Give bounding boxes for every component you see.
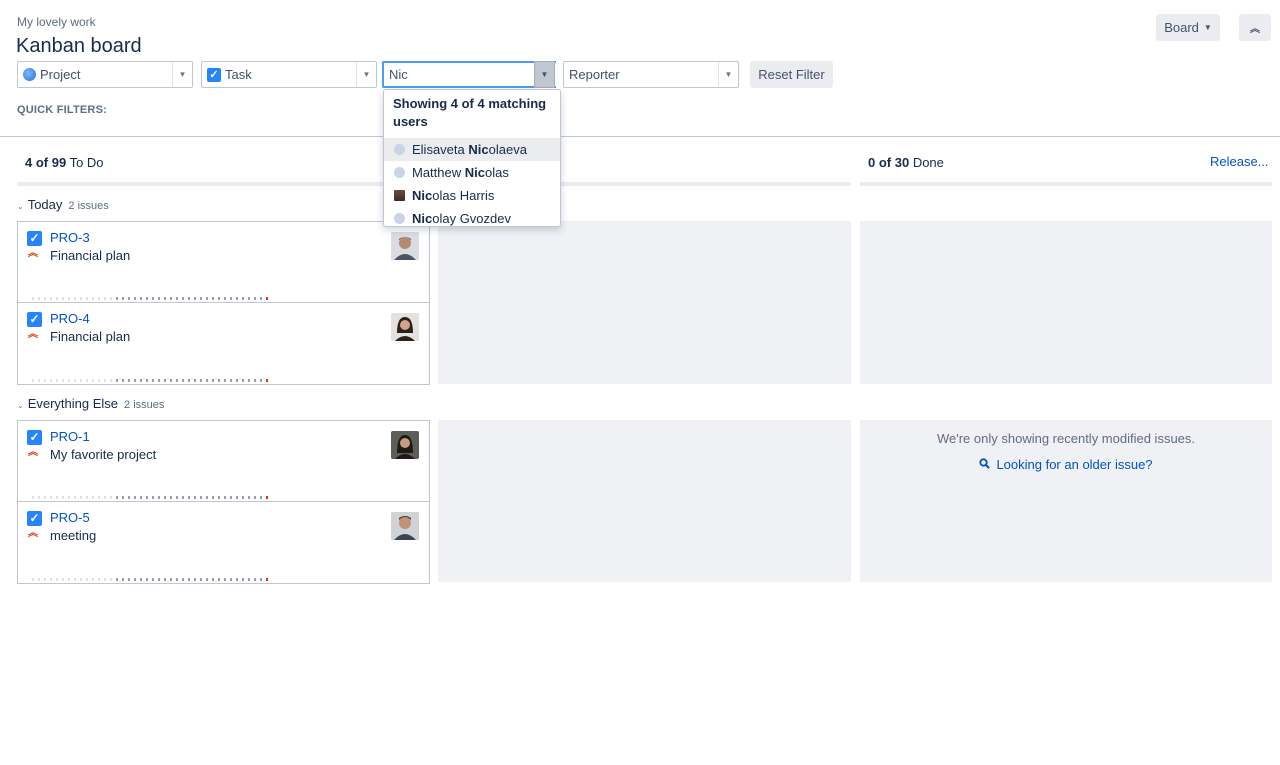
time-in-column-dots (32, 578, 268, 581)
issue-summary: Financial plan (50, 248, 131, 263)
issue-key[interactable]: PRO-5 (50, 510, 90, 525)
project-icon (23, 68, 36, 81)
caret-down-icon: ▼ (1203, 23, 1212, 32)
done-count: 0 of 30 (868, 155, 910, 170)
quick-filters-label: QUICK FILTERS: (17, 104, 107, 116)
task-type-icon: ✓ (27, 511, 42, 526)
default-avatar-icon (394, 144, 405, 155)
assignee-filter-value[interactable]: Nic (384, 67, 556, 82)
user-option[interactable]: Matthew Nicolas (384, 161, 560, 184)
breadcrumb[interactable]: My lovely work (17, 15, 96, 29)
column-cell-todo: ✓ PRO-3 ︽ Financial plan ✓ PRO-4 ︽ Finan… (17, 221, 430, 385)
issue-summary: My favorite project (50, 447, 157, 462)
task-icon: ✓ (207, 67, 221, 82)
issue-key[interactable]: PRO-4 (50, 311, 90, 326)
column-cell-todo: ✓ PRO-1 ︽ My favorite project ✓ PRO-5 ︽ … (17, 420, 430, 584)
suggestions-heading: Showing 4 of 4 matching users (393, 96, 547, 129)
user-option-label: Nicolay Gvozdev (412, 211, 511, 226)
default-avatar-icon (394, 167, 405, 178)
issue-card[interactable]: ✓ PRO-5 ︽ meeting (18, 502, 429, 583)
board-button-label: Board (1164, 20, 1199, 35)
todo-column-name: To Do (69, 155, 104, 170)
task-type-icon: ✓ (27, 231, 42, 246)
issue-summary: Financial plan (50, 329, 131, 344)
issue-card[interactable]: ✓ PRO-1 ︽ My favorite project (18, 421, 429, 502)
dropdown-arrow-icon[interactable]: ▼ (718, 62, 738, 87)
column-bar-done (860, 182, 1272, 186)
user-option-label: Elisaveta Nicolaeva (412, 142, 527, 157)
column-cell-done (860, 221, 1272, 384)
swimlane-title: Everything Else (27, 396, 119, 411)
priority-highest-icon: ︽ (28, 528, 38, 539)
issue-summary: meeting (50, 528, 97, 543)
column-header-todo: 4 of 99 To Do (25, 155, 104, 170)
avatar (391, 232, 419, 260)
column-header-done: 0 of 30 Done (868, 155, 944, 170)
avatar (391, 431, 419, 459)
issue-key[interactable]: PRO-1 (50, 429, 90, 444)
done-column-name: Done (912, 155, 944, 170)
chevron-down-icon: ⌄ (17, 202, 24, 211)
user-option[interactable]: Nicolay Gvozdev (384, 207, 560, 230)
issue-type-filter-select[interactable]: ✓ Task ▼ (201, 61, 377, 88)
swimlane-count: 2 issues (68, 200, 109, 212)
reporter-filter-select[interactable]: Reporter ▼ (563, 61, 739, 88)
reset-filter-button[interactable]: Reset Filter (750, 61, 833, 88)
user-option-label: Nicolas Harris (412, 188, 495, 203)
reporter-filter-label: Reporter (569, 67, 620, 82)
task-type-icon: ✓ (27, 430, 42, 445)
swimlane-title: Today (27, 197, 63, 212)
recent-issues-notice: We're only showing recently modified iss… (936, 431, 1196, 446)
issue-type-filter-label: Task (225, 67, 252, 82)
time-in-column-dots (32, 496, 268, 499)
column-bar-todo (17, 182, 430, 186)
assignee-filter-input[interactable]: Nic (382, 61, 556, 88)
avatar (391, 512, 419, 540)
page-title: Kanban board (16, 35, 142, 57)
user-option-label: Matthew Nicolas (412, 165, 509, 180)
search-icon (979, 458, 991, 472)
board-menu-button[interactable]: Board ▼ (1156, 14, 1220, 41)
task-type-icon: ✓ (27, 312, 42, 327)
older-issue-link-label: Looking for an older issue? (996, 457, 1153, 472)
priority-highest-icon: ︽ (28, 248, 38, 259)
user-option[interactable]: Elisaveta Nicolaeva (384, 138, 560, 161)
older-issue-link[interactable]: Looking for an older issue? (860, 457, 1272, 472)
issue-card[interactable]: ✓ PRO-3 ︽ Financial plan (18, 222, 429, 303)
assignee-dropdown-arrow-icon[interactable]: ▼ (534, 61, 555, 88)
avatar (391, 313, 419, 341)
divider (0, 136, 1280, 137)
project-filter-label: Project (40, 67, 81, 82)
swimlane-today[interactable]: ⌄ Today 2 issues (17, 197, 109, 212)
collapse-header-button[interactable]: ︽ (1239, 14, 1271, 41)
time-in-column-dots (32, 379, 268, 382)
column-cell-in-progress (438, 420, 851, 582)
user-suggestions-dropdown: Showing 4 of 4 matching users Elisaveta … (383, 89, 561, 227)
time-in-column-dots (32, 297, 268, 300)
default-avatar-icon (394, 213, 405, 224)
release-link[interactable]: Release... (1210, 154, 1269, 169)
column-cell-in-progress (438, 221, 851, 384)
project-filter-select[interactable]: Project ▼ (17, 61, 193, 88)
chevron-down-icon: ⌄ (17, 401, 24, 410)
swimlane-count: 2 issues (124, 399, 165, 411)
swimlane-everything-else[interactable]: ⌄ Everything Else 2 issues (17, 396, 164, 411)
issue-key[interactable]: PRO-3 (50, 230, 90, 245)
chevrons-up-icon: ︽ (1250, 24, 1260, 35)
user-option[interactable]: Nicolas Harris (384, 184, 560, 207)
priority-highest-icon: ︽ (28, 329, 38, 340)
dropdown-arrow-icon[interactable]: ▼ (356, 62, 376, 87)
todo-count: 4 of 99 (25, 155, 67, 170)
user-photo-avatar (394, 190, 405, 201)
dropdown-arrow-icon[interactable]: ▼ (172, 62, 192, 87)
priority-highest-icon: ︽ (28, 447, 38, 458)
issue-card[interactable]: ✓ PRO-4 ︽ Financial plan (18, 303, 429, 384)
